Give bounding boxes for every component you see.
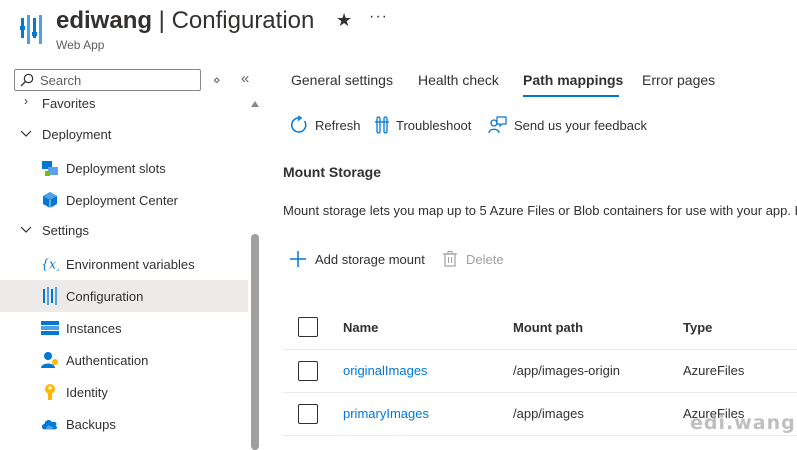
chevron-down-icon [20, 130, 32, 137]
sidebar-item-deployment-slots[interactable]: Deployment slots [0, 152, 248, 184]
identity-icon [41, 383, 59, 401]
search-icon [20, 73, 34, 87]
row-checkbox[interactable] [298, 404, 318, 424]
column-header-type[interactable]: Type [683, 320, 712, 335]
trash-icon [443, 251, 457, 267]
tab-health-check[interactable]: Health check [418, 72, 499, 88]
column-header-mount-path[interactable]: Mount path [513, 320, 583, 335]
delete-label: Delete [466, 251, 504, 267]
refresh-label: Refresh [315, 117, 361, 133]
nav-group-favorites[interactable]: › Favorites [0, 92, 248, 112]
sidebar-item-identity[interactable]: Identity [0, 376, 248, 408]
watermark: edi.wang [690, 412, 796, 434]
sort-icon[interactable]: ⋄ [213, 73, 221, 87]
add-storage-mount-label: Add storage mount [315, 251, 425, 267]
backups-icon [41, 415, 59, 433]
sidebar-item-authentication[interactable]: Authentication [0, 344, 248, 376]
title-separator: | [152, 7, 172, 34]
search-input[interactable] [40, 72, 190, 88]
app-name: ediwang [56, 7, 153, 34]
chevron-down-icon [20, 226, 32, 233]
more-options-icon[interactable]: ··· [369, 8, 388, 26]
svg-text:{x}: {x} [41, 257, 59, 272]
sidebar-item-configuration[interactable]: Configuration [0, 280, 248, 312]
deployment-slots-icon [41, 159, 59, 177]
nav-group-label: Deployment [42, 126, 112, 142]
nav-group-deployment[interactable]: Deployment [0, 118, 248, 150]
select-all-checkbox[interactable] [298, 317, 318, 337]
row-divider [283, 392, 797, 393]
troubleshoot-icon [375, 116, 389, 134]
section-title: Mount Storage [283, 164, 381, 180]
sidebar-item-label: Instances [66, 320, 122, 336]
troubleshoot-label: Troubleshoot [396, 117, 472, 133]
section-description: Mount storage lets you map up to 5 Azure… [283, 203, 797, 218]
web-app-icon [20, 15, 42, 44]
nav-group-settings[interactable]: Settings [0, 214, 248, 246]
mount-name-link[interactable]: originalImages [343, 363, 428, 378]
scrollbar-thumb[interactable] [251, 234, 259, 450]
tab-path-mappings[interactable]: Path mappings [523, 72, 623, 88]
sidebar-item-label: Deployment slots [66, 160, 166, 176]
environment-variables-icon: {x} [41, 255, 59, 273]
chevron-right-icon: › [24, 94, 28, 108]
favorite-star-icon[interactable]: ★ [336, 10, 352, 31]
sidebar-item-environment-variables[interactable]: {x} Environment variables [0, 248, 248, 280]
mount-type-cell: AzureFiles [683, 363, 745, 378]
instances-icon [41, 319, 59, 337]
delete-button[interactable]: Delete [443, 249, 504, 269]
column-header-name[interactable]: Name [343, 320, 378, 335]
sidebar-item-label: Configuration [66, 288, 144, 304]
feedback-icon [488, 116, 507, 134]
sidebar-item-label: Environment variables [66, 256, 195, 272]
feedback-button[interactable]: Send us your feedback [488, 115, 647, 135]
scroll-up-arrow-icon[interactable] [251, 101, 259, 107]
sidebar-item-label: Deployment Center [66, 192, 178, 208]
active-tab-indicator [523, 95, 619, 97]
collapse-sidebar-icon[interactable]: « [241, 70, 249, 87]
mount-path-cell: /app/images [513, 406, 584, 421]
add-storage-mount-button[interactable]: Add storage mount [290, 249, 425, 269]
authentication-icon [41, 351, 59, 369]
configuration-icon [41, 287, 59, 305]
sidebar-item-instances[interactable]: Instances [0, 312, 248, 344]
refresh-button[interactable]: Refresh [290, 115, 361, 135]
nav-group-label: Favorites [42, 96, 96, 111]
row-divider [283, 435, 797, 436]
sidebar-item-label: Backups [66, 416, 116, 432]
troubleshoot-button[interactable]: Troubleshoot [375, 115, 471, 135]
page-title: ediwang | Configuration [56, 7, 314, 35]
resource-type: Web App [56, 38, 105, 52]
deployment-center-icon [41, 191, 59, 209]
mount-name-link[interactable]: primaryImages [343, 406, 429, 421]
sidebar-item-backups[interactable]: Backups [0, 408, 248, 440]
search-box[interactable] [14, 69, 201, 91]
page-name: Configuration [171, 7, 315, 34]
nav-group-label: Settings [42, 222, 89, 238]
tab-error-pages[interactable]: Error pages [642, 72, 715, 88]
header-divider [283, 349, 797, 350]
row-checkbox[interactable] [298, 361, 318, 381]
refresh-icon [291, 116, 307, 133]
sidebar-item-deployment-center[interactable]: Deployment Center [0, 184, 248, 216]
feedback-label: Send us your feedback [514, 117, 647, 133]
mount-path-cell: /app/images-origin [513, 363, 620, 378]
sidebar-item-label: Authentication [66, 352, 149, 368]
tab-general-settings[interactable]: General settings [291, 72, 393, 88]
plus-icon [290, 251, 306, 267]
sidebar-item-label: Identity [66, 384, 108, 400]
